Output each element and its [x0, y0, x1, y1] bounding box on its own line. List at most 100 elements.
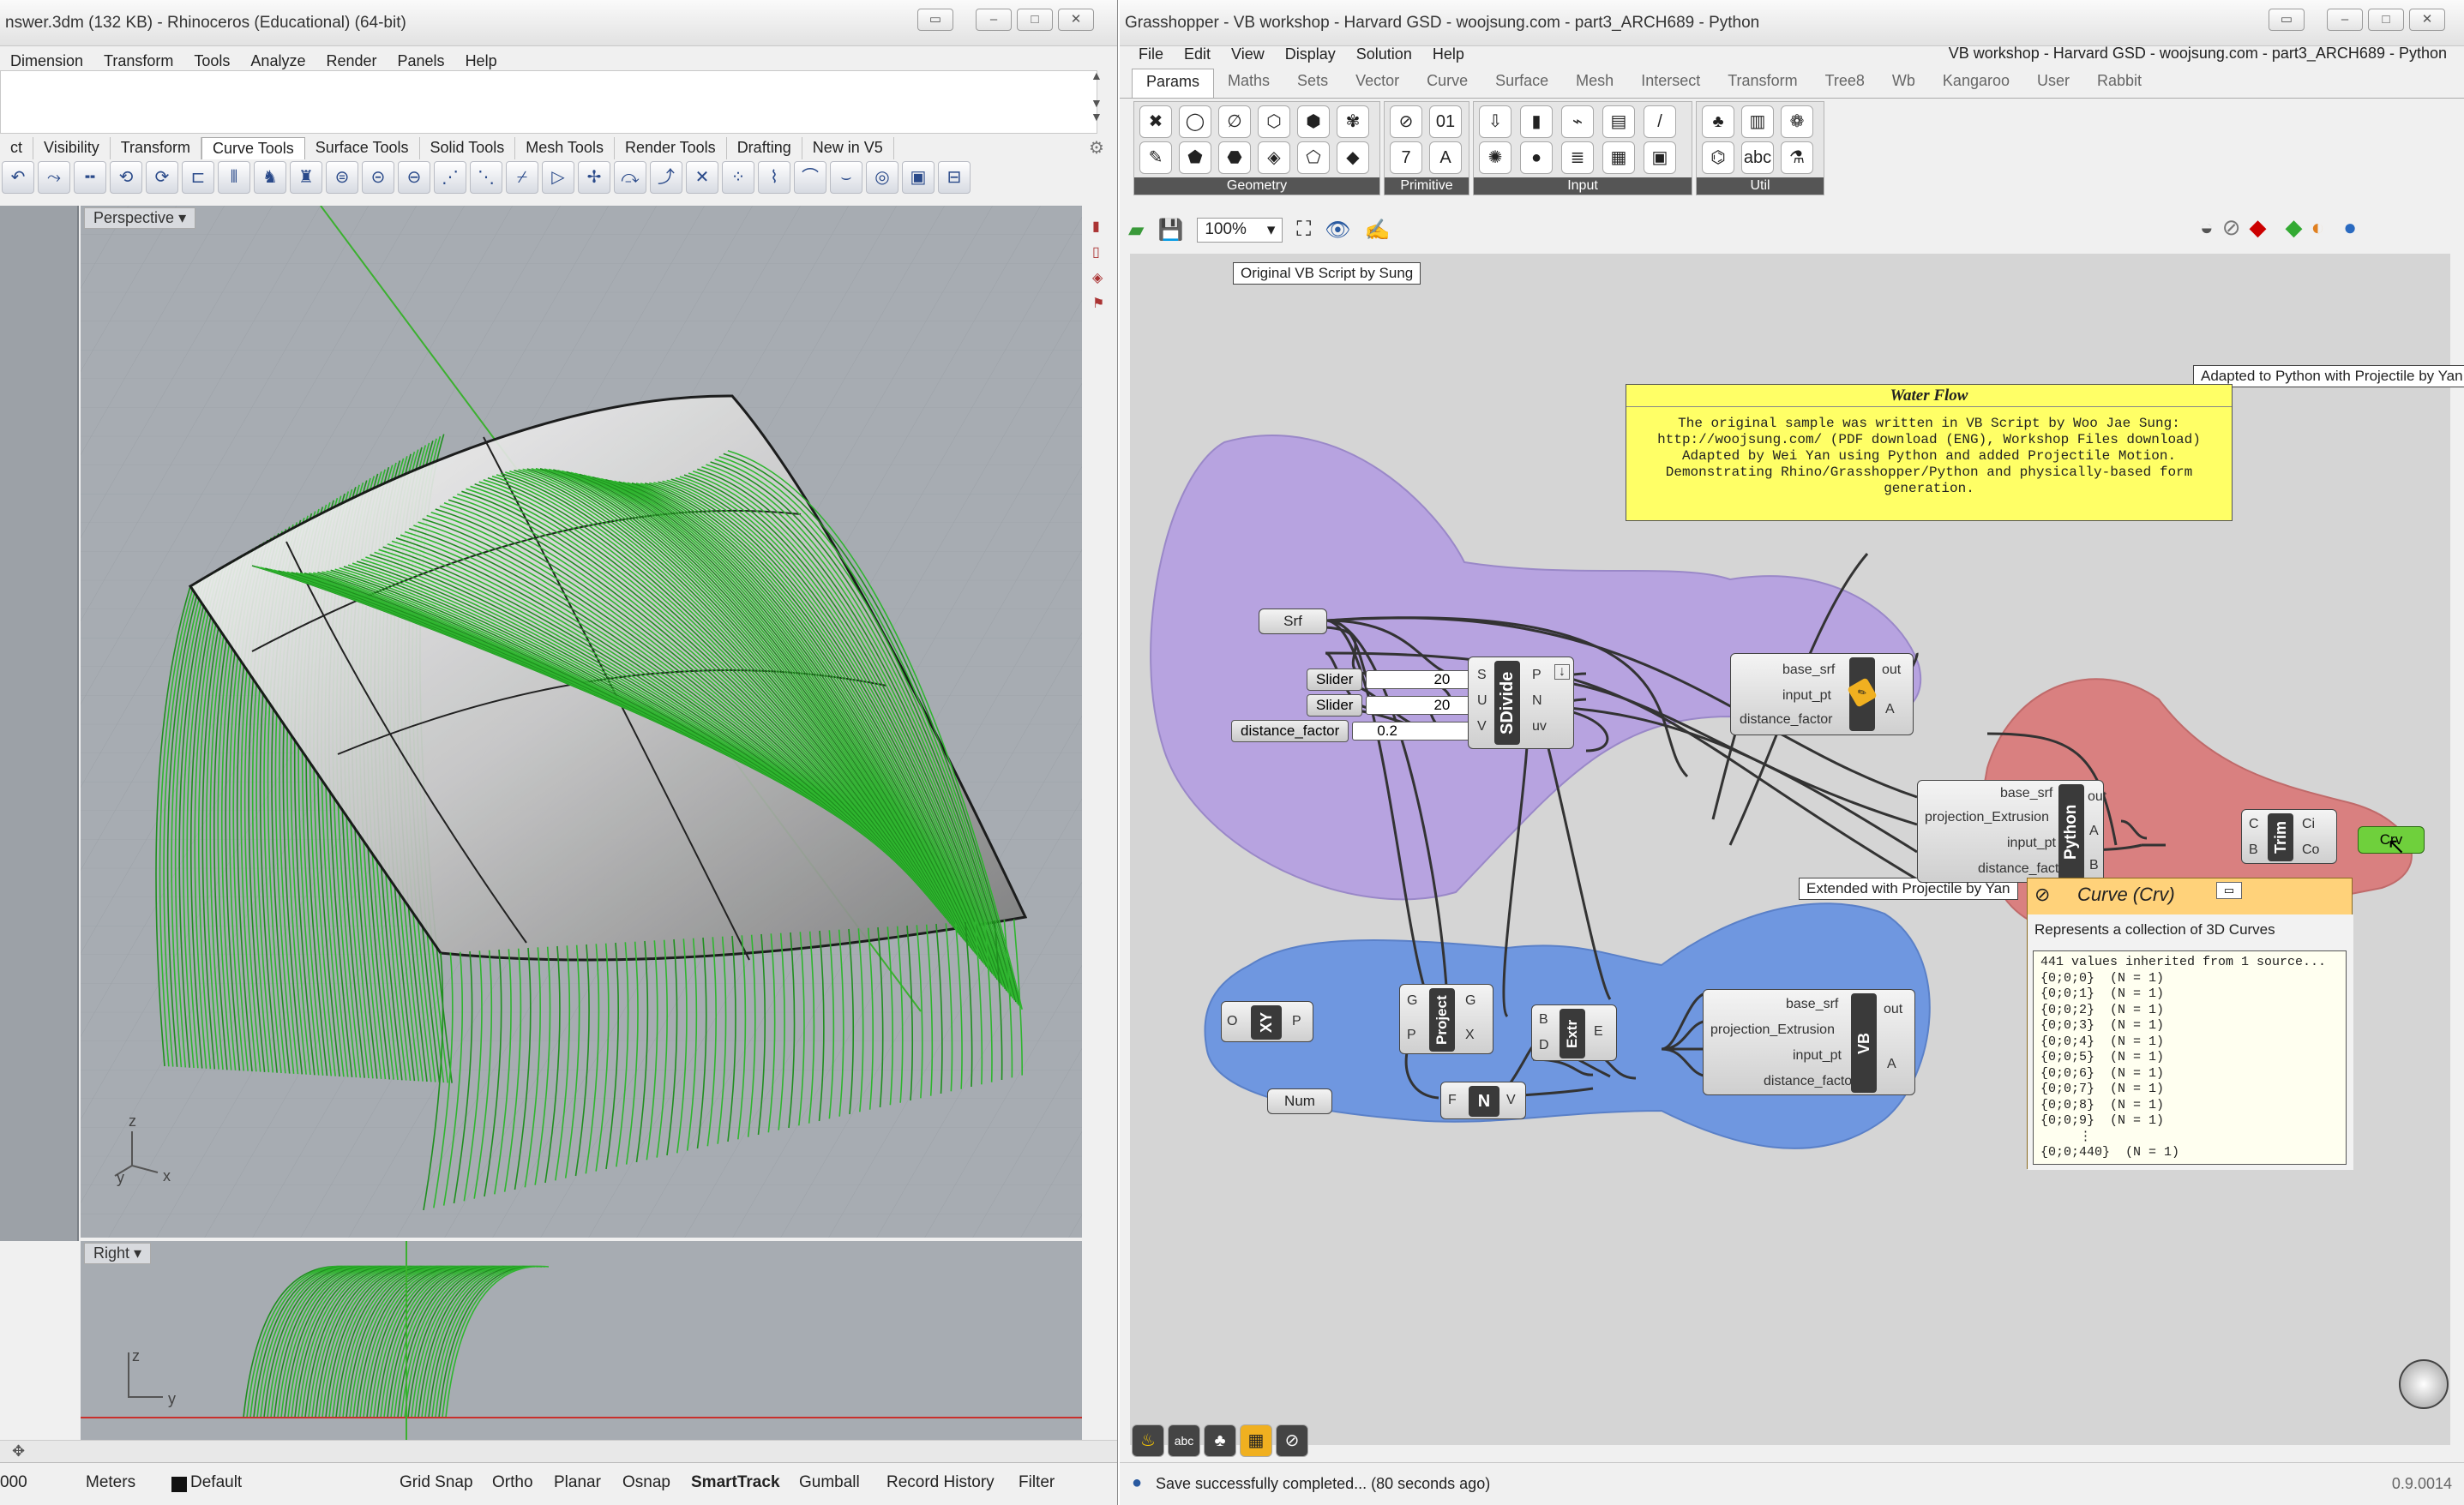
param-icon[interactable]: ♣: [1702, 105, 1734, 138]
menu-item-dimension[interactable]: Dimension: [0, 52, 93, 70]
tool-icon[interactable]: ⊖: [398, 161, 430, 194]
preview-mesh-icon[interactable]: ●: [2343, 214, 2357, 241]
right-viewport[interactable]: z y Right ▾: [81, 1241, 1082, 1440]
tool-icon[interactable]: ⫴: [218, 161, 250, 194]
group-label-red[interactable]: Adapted to Python with Projectile by Yan: [2193, 365, 2464, 387]
param-icon[interactable]: abc: [1741, 141, 1774, 174]
component-tab-vector[interactable]: Vector: [1342, 69, 1413, 98]
tool-icon[interactable]: ⌿: [506, 161, 538, 194]
bake-icon[interactable]: ♨: [1132, 1424, 1164, 1457]
component-tab-transform[interactable]: Transform: [1714, 69, 1811, 98]
tool-icon[interactable]: ▷: [542, 161, 574, 194]
toggle-smarttrack[interactable]: SmartTrack: [691, 1473, 780, 1492]
preview-none-icon[interactable]: ⊘: [2222, 214, 2241, 241]
tool-icon[interactable]: ⋱: [470, 161, 502, 194]
trim-component[interactable]: C B Trim Ci Co: [2241, 809, 2337, 864]
layer-readout[interactable]: Default: [190, 1473, 242, 1492]
tool-icon[interactable]: ♞: [254, 161, 286, 194]
component-tab-wb[interactable]: Wb: [1878, 69, 1929, 98]
param-icon[interactable]: ⌁: [1561, 105, 1594, 138]
chevron-down-icon[interactable]: ▾: [178, 209, 186, 226]
component-tab-maths[interactable]: Maths: [1214, 69, 1283, 98]
tool-icon[interactable]: ⊜: [326, 161, 358, 194]
toolbar-tab-drafting[interactable]: Drafting: [727, 137, 802, 159]
param-icon[interactable]: ✾: [1337, 105, 1369, 138]
open-file-icon[interactable]: ▰: [1128, 218, 1144, 243]
param-icon[interactable]: ⇩: [1479, 105, 1511, 138]
tool-icon[interactable]: ⌇: [758, 161, 790, 194]
text-tag-icon[interactable]: abc: [1168, 1424, 1200, 1457]
perspective-viewport[interactable]: y z x Perspective ▾: [81, 206, 1082, 1238]
param-icon[interactable]: ≣: [1561, 141, 1594, 174]
tool-icon[interactable]: ⊝: [362, 161, 394, 194]
tool-icon[interactable]: ◈: [1092, 269, 1104, 286]
zoom-select[interactable]: 100% ▾: [1197, 217, 1283, 243]
toggle-gumball[interactable]: Gumball: [799, 1473, 860, 1492]
menu-item-help[interactable]: Help: [455, 52, 508, 70]
toolbar-tab-render-tools[interactable]: Render Tools: [615, 137, 727, 159]
component-tab-rabbit[interactable]: Rabbit: [2083, 69, 2155, 98]
extrude-component[interactable]: B D Extr E: [1531, 1004, 1617, 1061]
tool-icon[interactable]: ↶: [2, 161, 34, 194]
toolbar-tab-visibility[interactable]: Visibility: [33, 137, 111, 159]
param-icon[interactable]: ❁: [1781, 105, 1813, 138]
component-tab-sets[interactable]: Sets: [1283, 69, 1342, 98]
gh-canvas[interactable]: Original VB Script by Sung Adapted to Py…: [1130, 254, 2464, 1445]
widget-icon[interactable]: ▦: [1240, 1424, 1272, 1457]
window-icon[interactable]: ▭: [2216, 882, 2242, 899]
minimize-button[interactable]: –: [2327, 9, 2363, 31]
param-icon[interactable]: ⬡: [1258, 105, 1290, 138]
close-button[interactable]: ✕: [2409, 9, 2445, 31]
component-tab-surface[interactable]: Surface: [1481, 69, 1562, 98]
viewport-label-perspective[interactable]: Perspective ▾: [84, 207, 196, 229]
tool-icon[interactable]: ⌒: [794, 161, 826, 194]
param-icon[interactable]: ▦: [1602, 141, 1635, 174]
menu-item-file[interactable]: File: [1128, 45, 1174, 63]
xy-plane-component[interactable]: O XY P: [1221, 1001, 1313, 1042]
param-icon[interactable]: ⬠: [1297, 141, 1330, 174]
toolbar-tab-solid-tools[interactable]: Solid Tools: [420, 137, 516, 159]
command-history[interactable]: [0, 70, 1097, 134]
param-icon[interactable]: ▤: [1602, 105, 1635, 138]
tool-icon[interactable]: ✢: [578, 161, 610, 194]
preview-eye-icon[interactable]: 👁: [1325, 218, 1350, 243]
tool-icon[interactable]: ♜: [290, 161, 322, 194]
side-viewport[interactable]: [0, 206, 79, 1241]
toolbar-tab-mesh-tools[interactable]: Mesh Tools: [515, 137, 615, 159]
close-button[interactable]: ✕: [1058, 9, 1094, 31]
menu-item-panels[interactable]: Panels: [388, 52, 455, 70]
maximize-button[interactable]: □: [1017, 9, 1053, 31]
units-readout[interactable]: Meters: [86, 1473, 135, 1492]
tool-icon[interactable]: ⤳: [38, 161, 70, 194]
maximize-button[interactable]: □: [2368, 9, 2404, 31]
tool-icon[interactable]: ⋰: [434, 161, 466, 194]
preview-wireframe-icon[interactable]: ◒: [2200, 214, 2214, 241]
python-component[interactable]: base_srf projection_Extrusion input_pt d…: [1917, 780, 2106, 883]
menu-item-render[interactable]: Render: [316, 52, 387, 70]
tool-icon[interactable]: ⤴: [650, 161, 682, 194]
param-icon[interactable]: ✺: [1479, 141, 1511, 174]
tool-icon[interactable]: ⌣: [830, 161, 862, 194]
component-tab-intersect[interactable]: Intersect: [1627, 69, 1714, 98]
menu-item-help[interactable]: Help: [1422, 45, 1475, 63]
vb-projectile-component[interactable]: base_srf projection_Extrusion input_pt d…: [1703, 989, 1915, 1095]
toggle-grid-snap[interactable]: Grid Snap: [400, 1473, 473, 1492]
tool-icon[interactable]: ⟲: [110, 161, 142, 194]
paint-icon[interactable]: ⊘: [1276, 1424, 1308, 1457]
tool-icon[interactable]: ▯: [1092, 243, 1104, 261]
component-tab-user[interactable]: User: [2023, 69, 2083, 98]
toggle-filter[interactable]: Filter: [1019, 1473, 1055, 1492]
minimize-button[interactable]: –: [976, 9, 1012, 31]
scroll-more-icon[interactable]: ▼: [1091, 110, 1103, 123]
tool-icon[interactable]: ▮: [1092, 218, 1104, 235]
param-icon[interactable]: ⌬: [1702, 141, 1734, 174]
preview-shaded-icon[interactable]: ◆: [2250, 214, 2267, 241]
tool-icon[interactable]: ▣: [902, 161, 935, 194]
toggle-planar[interactable]: Planar: [554, 1473, 601, 1492]
param-icon[interactable]: ✎: [1139, 141, 1172, 174]
viewport-label-right[interactable]: Right ▾: [84, 1243, 152, 1264]
download-icon[interactable]: ↓: [1554, 664, 1570, 680]
cluster-icon[interactable]: ♣: [1204, 1424, 1236, 1457]
note-panel-water-flow[interactable]: Water Flow The original sample was writt…: [1626, 384, 2233, 521]
tool-icon[interactable]: ✕: [686, 161, 718, 194]
